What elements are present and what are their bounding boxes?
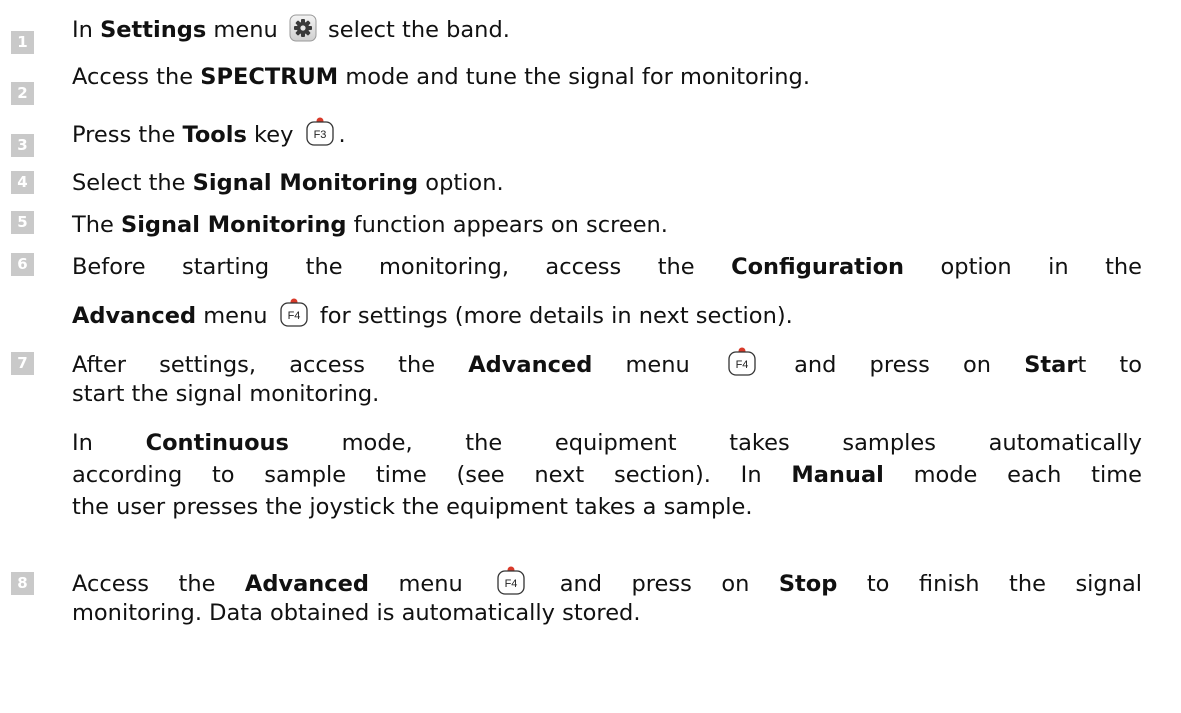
step-number-badge: 1 xyxy=(11,31,34,54)
step-number-badge: 3 xyxy=(11,134,34,157)
function-key-f4-icon: F4 xyxy=(279,298,309,336)
step-number-badge: 6 xyxy=(11,253,34,276)
step-number-badge: 7 xyxy=(11,352,34,375)
step-text-line-2: Advanced menu F4 for settings (more deta… xyxy=(72,298,1142,336)
function-key-label: F4 xyxy=(736,359,749,371)
step-number-badge: 2 xyxy=(11,82,34,105)
step-number-badge: 5 xyxy=(11,211,34,234)
note-line-1: In Continuous mode, the equipment takes … xyxy=(72,430,1142,456)
step-text-line-1: Before starting the monitoring, access t… xyxy=(72,254,1142,280)
function-key-label: F3 xyxy=(313,129,326,141)
note-line-2: according to sample time (see next secti… xyxy=(72,462,1142,488)
step-text: The Signal Monitoring function appears o… xyxy=(72,212,668,238)
step-text: Press the Tools key F3. xyxy=(72,117,1142,155)
step-text: Select the Signal Monitoring option. xyxy=(72,170,504,196)
step-number-badge: 8 xyxy=(11,572,34,595)
function-key-label: F4 xyxy=(505,578,518,590)
function-key-f3-icon: F3 xyxy=(305,117,335,155)
function-key-label: F4 xyxy=(287,310,300,322)
step-text-line-2: start the signal monitoring. xyxy=(72,381,380,407)
gear-icon xyxy=(289,14,317,50)
step-text-line-2: monitoring. Data obtained is automatical… xyxy=(72,600,641,626)
step-number-badge: 4 xyxy=(11,171,34,194)
note-line-3: the user presses the joystick the equipm… xyxy=(72,494,753,520)
step-text: In Settings menu select the band. xyxy=(72,14,1142,50)
step-text: Access the SPECTRUM mode and tune the si… xyxy=(72,64,810,90)
